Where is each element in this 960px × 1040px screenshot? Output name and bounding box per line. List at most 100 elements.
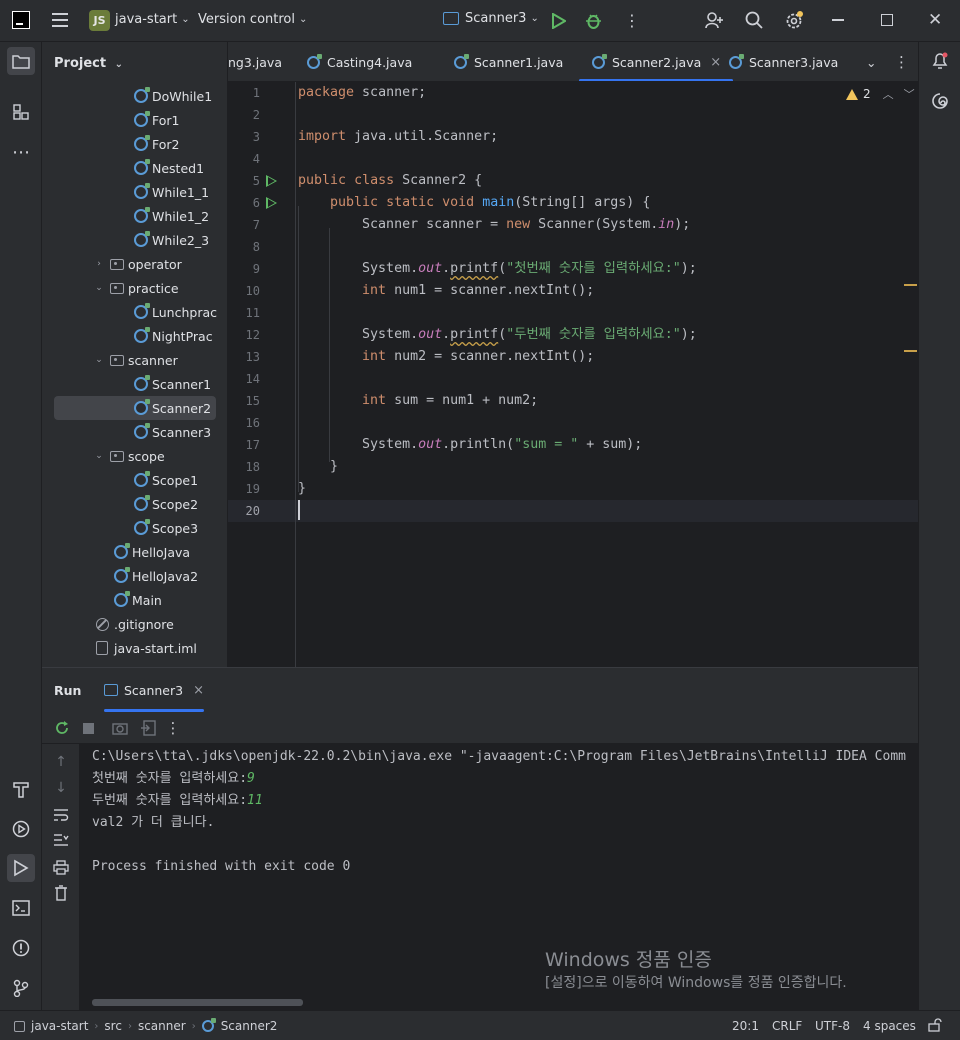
warning-stripe-mark[interactable] bbox=[904, 350, 917, 352]
trash-icon[interactable] bbox=[51, 883, 71, 903]
chevron-down-icon[interactable]: ﹀ bbox=[904, 86, 915, 102]
scroll-to-end-icon[interactable] bbox=[51, 830, 71, 850]
line-number[interactable]: 2 bbox=[228, 108, 260, 122]
vcs-menu[interactable]: Version control ⌄ bbox=[198, 12, 307, 27]
code-line[interactable]: int sum = num1 + num2; bbox=[298, 390, 538, 412]
line-number[interactable]: 1 bbox=[228, 86, 260, 100]
line-number[interactable]: 9 bbox=[228, 262, 260, 276]
tree-item-gitignore[interactable]: .gitignore bbox=[42, 612, 227, 636]
tree-item-hellojava[interactable]: HelloJava bbox=[42, 540, 227, 564]
chevron-down-icon[interactable]: ⌄ bbox=[94, 355, 104, 365]
line-number[interactable]: 20 bbox=[228, 504, 260, 518]
structure-tool-button[interactable] bbox=[7, 98, 35, 126]
intellij-logo-icon[interactable] bbox=[12, 11, 30, 29]
tree-item-practice[interactable]: ⌄ practice bbox=[42, 276, 227, 300]
editor-tab[interactable]: Casting4.java bbox=[307, 42, 412, 81]
minimize-icon[interactable] bbox=[832, 19, 844, 21]
print-icon[interactable] bbox=[51, 857, 71, 877]
run-main-gutter-icon[interactable] bbox=[266, 197, 277, 209]
line-number[interactable]: 16 bbox=[228, 416, 260, 430]
git-tool-button[interactable] bbox=[7, 974, 35, 1002]
run-tool-button[interactable] bbox=[7, 854, 35, 882]
camera-icon[interactable] bbox=[110, 718, 130, 738]
run-class-gutter-icon[interactable] bbox=[266, 175, 277, 187]
line-number[interactable]: 17 bbox=[228, 438, 260, 452]
soft-wrap-icon[interactable] bbox=[51, 805, 71, 825]
editor-tab[interactable]: Scanner3.java bbox=[729, 42, 838, 81]
editor-tab[interactable]: ng3.java bbox=[228, 42, 282, 81]
tree-item-scope1[interactable]: Scope1 bbox=[42, 468, 227, 492]
line-number[interactable]: 14 bbox=[228, 372, 260, 386]
tree-item-dowhile1[interactable]: DoWhile1 bbox=[42, 84, 227, 108]
breadcrumb-item[interactable]: java-start bbox=[31, 1019, 88, 1033]
chevron-down-icon[interactable]: ⌄ bbox=[94, 451, 104, 461]
code-line[interactable]: } bbox=[298, 478, 306, 500]
more-actions-icon[interactable]: ⋮ bbox=[624, 11, 640, 30]
tree-item-while1-2[interactable]: While1_2 bbox=[42, 204, 227, 228]
indent-setting[interactable]: 4 spaces bbox=[863, 1019, 916, 1033]
tree-item-scope2[interactable]: Scope2 bbox=[42, 492, 227, 516]
arrow-up-icon[interactable]: ↑ bbox=[51, 752, 71, 772]
line-number[interactable]: 10 bbox=[228, 284, 260, 298]
line-number[interactable]: 12 bbox=[228, 328, 260, 342]
rerun-icon[interactable] bbox=[52, 718, 72, 738]
tree-item-scanner[interactable]: ⌄ scanner bbox=[42, 348, 227, 372]
build-tool-button[interactable] bbox=[7, 775, 35, 803]
notifications-button[interactable] bbox=[926, 47, 954, 75]
project-tool-button[interactable] bbox=[7, 47, 35, 75]
tree-item-operator[interactable]: › operator bbox=[42, 252, 227, 276]
tree-item-nightprac[interactable]: NightPrac bbox=[42, 324, 227, 348]
tree-item-scanner1[interactable]: Scanner1 bbox=[42, 372, 227, 396]
caret-position[interactable]: 20:1 bbox=[732, 1019, 759, 1033]
add-user-button[interactable] bbox=[705, 11, 723, 29]
services-tool-button[interactable] bbox=[7, 815, 35, 843]
tree-item-for1[interactable]: For1 bbox=[42, 108, 227, 132]
project-panel-header[interactable]: Project ⌄ bbox=[54, 56, 123, 71]
chevron-down-icon[interactable]: ⌄ bbox=[94, 283, 104, 293]
lock-icon[interactable] bbox=[928, 1018, 942, 1032]
maximize-icon[interactable] bbox=[881, 14, 893, 26]
run-tab-scanner3[interactable]: Scanner3 × bbox=[104, 668, 205, 712]
code-line[interactable]: import java.util.Scanner; bbox=[298, 126, 498, 148]
line-number[interactable]: 15 bbox=[228, 394, 260, 408]
code-line[interactable]: System.out.printf("첫번째 숫자를 입력하세요:"); bbox=[298, 258, 697, 280]
more-actions-icon[interactable]: ⋮ bbox=[163, 718, 183, 738]
breadcrumb-item[interactable]: src bbox=[104, 1019, 122, 1033]
code-line[interactable]: public class Scanner2 { bbox=[298, 170, 482, 192]
run-config-selector[interactable]: Scanner3 ⌄ bbox=[443, 11, 539, 26]
code-line[interactable]: Scanner scanner = new Scanner(System.in)… bbox=[298, 214, 690, 236]
code-editor[interactable]: 1 2 3 4 5 6 7 8 9 10 11 12 13 14 15 16 17 18 19 20 package … bbox=[228, 82, 918, 667]
stop-icon[interactable] bbox=[78, 718, 98, 738]
tree-item-for2[interactable]: For2 bbox=[42, 132, 227, 156]
main-menu-icon[interactable] bbox=[52, 13, 68, 27]
tree-item-nested1[interactable]: Nested1 bbox=[42, 156, 227, 180]
tree-item-java-start-iml[interactable]: java-start.iml bbox=[42, 636, 227, 660]
line-number[interactable]: 4 bbox=[228, 152, 260, 166]
breadcrumb-item[interactable]: Scanner2 bbox=[221, 1019, 278, 1033]
problems-tool-button[interactable] bbox=[7, 934, 35, 962]
chevron-right-icon[interactable]: › bbox=[94, 259, 104, 269]
tree-item-lunchprac[interactable]: Lunchprac bbox=[42, 300, 227, 324]
console-horizontal-scrollbar[interactable] bbox=[92, 999, 303, 1006]
line-number[interactable]: 19 bbox=[228, 482, 260, 496]
line-number[interactable]: 5 bbox=[228, 174, 260, 188]
settings-button[interactable] bbox=[784, 11, 804, 31]
tree-item-scope3[interactable]: Scope3 bbox=[42, 516, 227, 540]
more-tools-icon[interactable]: ⋯ bbox=[7, 138, 35, 166]
inspection-widget[interactable]: 2 ︿ ﹀ bbox=[846, 86, 915, 102]
tabs-overflow-icon[interactable]: ⌄ bbox=[866, 42, 876, 81]
file-encoding[interactable]: UTF-8 bbox=[815, 1019, 850, 1033]
line-number[interactable]: 13 bbox=[228, 350, 260, 364]
editor-tab[interactable]: Scanner2.java × bbox=[579, 42, 734, 81]
more-actions-icon[interactable]: ⋮ bbox=[894, 42, 909, 81]
exit-icon[interactable] bbox=[138, 718, 158, 738]
run-button[interactable] bbox=[552, 13, 566, 29]
warning-stripe-mark[interactable] bbox=[904, 284, 917, 286]
tree-item-scanner2[interactable]: Scanner2 bbox=[54, 396, 216, 420]
close-icon[interactable]: ✕ bbox=[928, 10, 942, 30]
code-line[interactable]: int num1 = scanner.nextInt(); bbox=[298, 280, 594, 302]
code-line[interactable]: int num2 = scanner.nextInt(); bbox=[298, 346, 594, 368]
debug-button[interactable] bbox=[585, 12, 602, 29]
ai-assistant-button[interactable] bbox=[926, 87, 954, 115]
line-separator[interactable]: CRLF bbox=[772, 1019, 802, 1033]
